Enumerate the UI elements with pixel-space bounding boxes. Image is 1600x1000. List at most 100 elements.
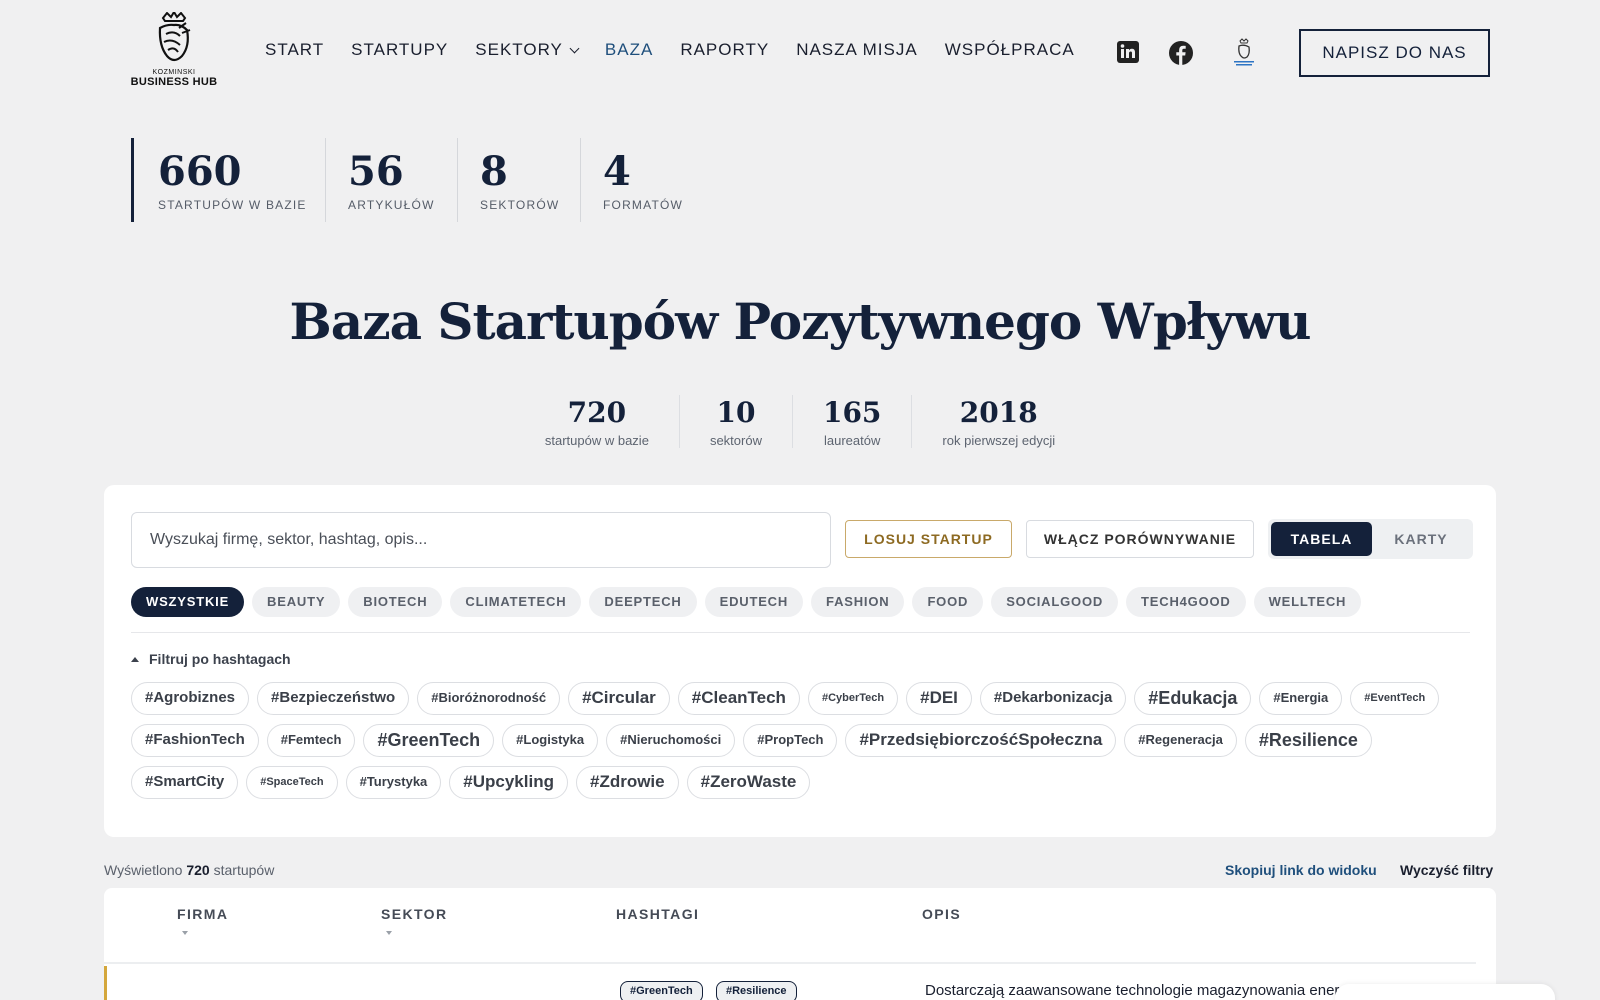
nav-start[interactable]: START	[265, 40, 324, 60]
column-label: OPIS	[922, 906, 962, 922]
row-hashtag[interactable]: #Resilience	[716, 981, 797, 1000]
summary-startups: 720 startupów w bazie	[515, 395, 679, 448]
sector-chip[interactable]: FASHION	[811, 587, 905, 617]
view-cards-button[interactable]: KARTY	[1376, 522, 1466, 556]
stat-label: FORMATÓW	[603, 198, 684, 212]
clear-filters-button[interactable]: Wyczyść filtry	[1400, 862, 1493, 878]
hashtag-chip[interactable]: #Agrobiznes	[131, 682, 250, 715]
divider	[131, 632, 1470, 633]
summary-value: 10	[716, 396, 756, 429]
sector-chip[interactable]: WELLTECH	[1253, 587, 1362, 617]
hashtag-chip[interactable]: #PropTech	[743, 724, 838, 757]
sector-chip[interactable]: TECH4GOOD	[1126, 587, 1246, 617]
hashtag-chip[interactable]: #EventTech	[1350, 682, 1440, 715]
facebook-icon[interactable]	[1168, 40, 1194, 66]
stat-articles: 56 ARTYKUŁÓW	[325, 138, 457, 222]
hashtag-chip[interactable]: #Edukacja	[1134, 682, 1252, 715]
summary-label: laureatów	[824, 433, 881, 448]
row-hashtag[interactable]: #GreenTech	[620, 981, 703, 1000]
nav-startupy[interactable]: STARTUPY	[351, 40, 448, 60]
sector-chip[interactable]: BEAUTY	[252, 587, 341, 617]
main-nav: START STARTUPY SEKTORY BAZA RAPORTY NASZ…	[265, 40, 1075, 60]
hashtag-chip[interactable]: #FashionTech	[131, 724, 259, 757]
copy-link-button[interactable]: Skopiuj link do widoku	[1225, 862, 1377, 878]
hashtag-chip[interactable]: #Bezpieczeństwo	[257, 682, 410, 715]
summary-label: rok pierwszej edycji	[942, 433, 1056, 448]
nav-sektory[interactable]: SEKTORY	[475, 40, 580, 60]
column-opis: OPIS	[922, 906, 961, 922]
caret-up-icon	[131, 656, 139, 662]
filter-panel: LOSUJ STARTUP WŁĄCZ PORÓWNYWANIE TABELA …	[104, 485, 1496, 837]
hashtag-chip[interactable]: #Energia	[1259, 682, 1343, 715]
hashtag-chip[interactable]: #Bioróżnorodność	[417, 682, 561, 715]
sector-chip[interactable]: FOOD	[912, 587, 984, 617]
hashtag-chip[interactable]: #SmartCity	[131, 766, 239, 799]
hashtag-chip[interactable]: #PrzedsiębiorczośćSpołeczna	[845, 724, 1117, 757]
results-prefix: Wyświetlono	[104, 862, 183, 878]
hashtag-chip[interactable]: #Femtech	[266, 724, 356, 757]
lion-crest-icon	[158, 12, 191, 62]
results-number: 720	[186, 862, 210, 878]
nav-raporty[interactable]: RAPORTY	[680, 40, 769, 60]
stat-label: STARTUPÓW W BAZIE	[158, 198, 307, 212]
nav-wspolpraca[interactable]: WSPÓŁPRACA	[945, 40, 1075, 60]
hashtag-chip[interactable]: #Resilience	[1244, 724, 1372, 757]
sector-chip[interactable]: SOCIALGOOD	[991, 587, 1119, 617]
view-table-button[interactable]: TABELA	[1271, 522, 1372, 556]
nav-baza[interactable]: BAZA	[605, 40, 653, 60]
hashtag-chip[interactable]: #Dekarbonizacja	[979, 682, 1127, 715]
nav-nasza-misja[interactable]: NASZA MISJA	[796, 40, 918, 60]
hashtag-cloud: #Agrobiznes #Bezpieczeństwo #Bioróżnorodno…	[131, 682, 1471, 799]
sector-chip[interactable]: WSZYSTKIE	[131, 587, 245, 617]
hashtag-chip[interactable]: #GreenTech	[363, 724, 495, 757]
hashtag-chip[interactable]: #Regeneracja	[1124, 724, 1237, 757]
compare-toggle-button[interactable]: WŁĄCZ PORÓWNYWANIE	[1026, 520, 1254, 558]
stat-value: 56	[348, 148, 404, 195]
nav-sektory-label: SEKTORY	[475, 40, 563, 59]
hashtag-chip[interactable]: #DEI	[906, 682, 972, 715]
results-count: Wyświetlono 720 startupów	[104, 862, 274, 878]
stat-label: ARTYKUŁÓW	[348, 198, 435, 212]
stat-sectors: 8 SEKTORÓW	[457, 138, 580, 222]
search-input[interactable]	[131, 512, 831, 568]
stat-formats: 4 FORMATÓW	[580, 138, 710, 222]
top-stats: 660 STARTUPÓW W BAZIE 56 ARTYKUŁÓW 8 SEK…	[131, 138, 710, 222]
hashtag-chip[interactable]: #CyberTech	[807, 682, 899, 715]
summary-sectors: 10 sektorów	[678, 395, 792, 448]
hashtag-chip[interactable]: #ZeroWaste	[686, 766, 811, 799]
linkedin-icon[interactable]	[1116, 40, 1142, 66]
sector-chip[interactable]: EDUTECH	[704, 587, 804, 617]
sector-filters: WSZYSTKIE BEAUTY BIOTECH CLIMATETECH DEEPTEC…	[131, 587, 1362, 617]
random-startup-button[interactable]: LOSUJ STARTUP	[845, 520, 1012, 558]
kozminski-logo[interactable]: KOZMINSKI BUSINESS HUB	[124, 12, 224, 96]
sort-icon	[386, 931, 392, 935]
summary-stats: 720 startupów w bazie 10 sektorów 165 la…	[0, 395, 1600, 448]
stat-label: SEKTORÓW	[480, 198, 560, 212]
summary-value: 720	[567, 396, 627, 429]
hashtag-chip[interactable]: #Zdrowie	[575, 766, 679, 799]
view-toggle: TABELA KARTY	[1268, 519, 1473, 559]
hashtag-chip[interactable]: #Circular	[568, 682, 670, 715]
contact-button[interactable]: NAPISZ DO NAS	[1299, 29, 1490, 77]
hashtag-chip[interactable]: #Upcykling	[449, 766, 568, 799]
hashtag-chip[interactable]: #Nieruchomości	[606, 724, 736, 757]
column-label: HASHTAGI	[616, 906, 700, 922]
hashtag-chip[interactable]: #Turystyka	[345, 766, 442, 799]
hashtag-chip[interactable]: #SpaceTech	[246, 766, 338, 799]
sector-chip[interactable]: DEEPTECH	[589, 587, 697, 617]
stat-value: 4	[603, 148, 631, 195]
hashtag-filter-toggle[interactable]: Filtruj po hashtagach	[131, 651, 291, 667]
hashtag-chip[interactable]: #Logistyka	[502, 724, 599, 757]
summary-laureates: 165 laureatów	[791, 395, 911, 448]
kozminski-hub-icon[interactable]	[1228, 38, 1260, 70]
table-header: FIRMA SEKTOR HASHTAGI OPIS	[104, 888, 1476, 964]
sector-chip[interactable]: CLIMATETECH	[450, 587, 582, 617]
column-label: FIRMA	[177, 906, 229, 922]
column-sektor[interactable]: SEKTOR	[381, 906, 448, 935]
stat-value: 8	[480, 148, 508, 195]
stat-value: 660	[158, 148, 242, 195]
column-firma[interactable]: FIRMA	[177, 906, 228, 935]
hashtag-chip[interactable]: #CleanTech	[677, 682, 800, 715]
floating-widget[interactable]	[1335, 984, 1555, 1000]
sector-chip[interactable]: BIOTECH	[348, 587, 443, 617]
